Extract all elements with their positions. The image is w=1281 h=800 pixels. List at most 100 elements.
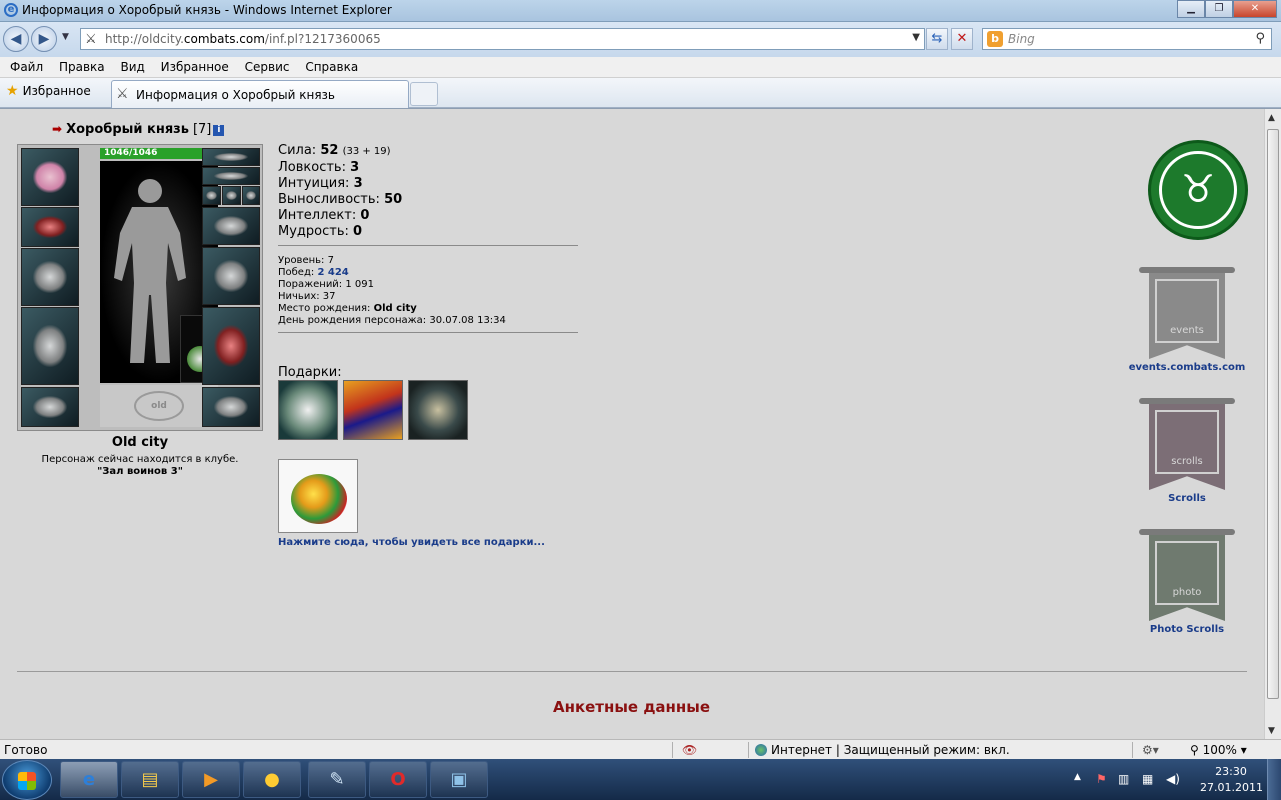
security-zone: Интернет | Защищенный режим: вкл. xyxy=(755,743,1010,757)
star-icon: ★ xyxy=(6,83,19,99)
gift-box-icon[interactable] xyxy=(278,459,358,533)
privacy-eye-icon[interactable]: 👁 xyxy=(682,743,697,757)
browser-tab[interactable]: ⚔ Информация о Хоробрый князь xyxy=(111,80,409,108)
helmet-slot-icon[interactable] xyxy=(21,148,79,206)
tab-title: Информация о Хоробрый князь xyxy=(136,88,335,102)
menu-bar: Файл Правка Вид Избранное Сервис Справка xyxy=(0,57,1281,78)
history-dropdown-icon[interactable]: ▼ xyxy=(62,32,69,42)
action-center-icon[interactable]: ⚑ xyxy=(1096,772,1107,786)
boots-slot-icon[interactable] xyxy=(202,387,260,427)
gift-1-icon[interactable] xyxy=(278,380,338,440)
site-favicon-icon: ⚔ xyxy=(85,32,97,47)
menu-file[interactable]: Файл xyxy=(10,60,43,74)
character-avatar[interactable] xyxy=(100,161,218,383)
ring1-slot-icon[interactable] xyxy=(202,186,221,205)
window-title: Информация о Хоробрый князь - Windows In… xyxy=(22,3,392,17)
maximize-button[interactable]: ❐ xyxy=(1205,0,1233,18)
battle-record: Уровень: 7 Побед: 2 424 Поражений: 1 091… xyxy=(278,255,506,326)
gift-2-icon[interactable] xyxy=(343,380,403,440)
bull-icon: ♉ xyxy=(1180,167,1216,211)
editor-taskbar-icon[interactable]: ✎ xyxy=(308,761,366,798)
club-emblem-icon: old xyxy=(134,391,184,421)
stats-list: Сила: 52 (33 + 19) Ловкость: 3 Интуиция:… xyxy=(278,143,402,240)
events-banner[interactable]: events xyxy=(1137,267,1237,362)
photo-scrolls-banner[interactable]: photo xyxy=(1137,529,1237,624)
close-button[interactable]: ✕ xyxy=(1233,0,1277,18)
vertical-scrollbar[interactable]: ▲ ▼ xyxy=(1264,109,1281,739)
shield-slot-icon[interactable] xyxy=(202,247,260,305)
ie-logo-icon: e xyxy=(4,3,18,17)
ring2-slot-icon[interactable] xyxy=(222,186,241,205)
legs-slot-icon[interactable] xyxy=(202,307,260,385)
gifts-label: Подарки: xyxy=(278,365,342,380)
address-url: http://oldcity.combats.com/inf.pl?121736… xyxy=(105,32,381,46)
address-dropdown-icon[interactable]: ▼ xyxy=(912,32,920,43)
media-player-taskbar-icon[interactable]: ▶ xyxy=(182,761,240,798)
protected-mode-icon[interactable]: ⚙▾ xyxy=(1142,743,1159,757)
fist-icon: events xyxy=(1155,279,1219,343)
gloves-slot-icon[interactable] xyxy=(202,207,260,245)
weapon-slot-icon[interactable] xyxy=(21,248,79,306)
city-name: Old city xyxy=(111,435,169,450)
network-icon[interactable]: ▦ xyxy=(1142,772,1153,786)
address-field[interactable]: ⚔ http://oldcity.combats.com/inf.pl?1217… xyxy=(80,28,925,50)
scroll-down-icon[interactable]: ▼ xyxy=(1268,726,1275,736)
menu-favorites[interactable]: Избранное xyxy=(161,60,229,74)
status-bar: Готово 👁 Интернет | Защищенный режим: вк… xyxy=(0,739,1281,759)
earring-slot-icon[interactable] xyxy=(202,148,260,166)
armor-slot-icon[interactable] xyxy=(21,307,79,385)
menu-view[interactable]: Вид xyxy=(120,60,144,74)
image-viewer-taskbar-icon[interactable]: ▣ xyxy=(430,761,488,798)
opera-mail-taskbar-icon[interactable]: O xyxy=(369,761,427,798)
scroll-up-icon[interactable]: ▲ xyxy=(1268,113,1275,123)
minimize-button[interactable]: ▁ xyxy=(1177,0,1205,18)
window-controls: ▁ ❐ ✕ xyxy=(1177,0,1277,18)
show-desktop-button[interactable] xyxy=(1267,759,1281,800)
scroll-thumb[interactable] xyxy=(1267,129,1279,699)
start-button[interactable] xyxy=(2,760,52,800)
tray-expand-icon[interactable]: ▲ xyxy=(1074,772,1081,782)
clock[interactable]: 23:30 27.01.2011 xyxy=(1200,764,1263,796)
character-silhouette-icon xyxy=(114,179,186,363)
stop-button[interactable]: ✕ xyxy=(951,28,973,50)
menu-edit[interactable]: Правка xyxy=(59,60,105,74)
arrow-right-icon[interactable]: ➡ xyxy=(52,122,62,136)
search-placeholder: Bing xyxy=(1008,32,1035,46)
bracers-slot-icon[interactable] xyxy=(21,207,79,247)
ie-taskbar-icon[interactable]: e xyxy=(60,761,118,798)
menu-tools[interactable]: Сервис xyxy=(245,60,290,74)
device-icon[interactable]: ▥ xyxy=(1118,772,1129,786)
page-viewport: ➡ Хоробрый князь [7] i 1046/1046 old Old ci… xyxy=(0,108,1281,739)
profile-data-heading: Анкетные данные xyxy=(552,698,711,716)
belt-slot-icon[interactable] xyxy=(21,387,79,427)
favorites-button[interactable]: ★ Избранное xyxy=(6,83,91,99)
fist-icon: scrolls xyxy=(1155,410,1219,474)
menu-help[interactable]: Справка xyxy=(305,60,358,74)
clan-emblem[interactable]: ♉ xyxy=(1148,140,1248,240)
events-link[interactable]: events.combats.com xyxy=(1117,362,1257,373)
search-icon[interactable]: ⚲ xyxy=(1255,31,1265,46)
amulet-slot-icon[interactable] xyxy=(202,167,260,185)
refresh-button[interactable]: ⇆ xyxy=(926,28,948,50)
window-titlebar: e Информация о Хоробрый князь - Windows … xyxy=(0,0,1281,22)
volume-icon[interactable]: ◀) xyxy=(1166,772,1180,786)
ring3-slot-icon[interactable] xyxy=(242,186,260,205)
see-all-gifts-link[interactable]: Нажмите сюда, чтобы увидеть все подарки.… xyxy=(278,537,545,548)
explorer-taskbar-icon[interactable]: ▤ xyxy=(121,761,179,798)
back-button[interactable]: ◀ xyxy=(3,26,29,52)
gift-3-icon[interactable] xyxy=(408,380,468,440)
stat-row: Интуиция: 3 xyxy=(278,176,363,191)
new-tab-button[interactable] xyxy=(410,82,438,106)
zoom-control[interactable]: ⚲ 100% ▾ xyxy=(1190,743,1247,757)
forward-button[interactable]: ▶ xyxy=(31,26,57,52)
search-input[interactable]: b Bing ⚲ xyxy=(982,28,1272,50)
scrolls-banner[interactable]: scrolls xyxy=(1137,398,1237,493)
stat-row: Ловкость: 3 xyxy=(278,160,360,175)
app-taskbar-icon[interactable]: ● xyxy=(243,761,301,798)
photo-scrolls-link[interactable]: Photo Scrolls xyxy=(1117,624,1257,635)
stat-row: Мудрость: 0 xyxy=(278,224,363,239)
stat-row: Интеллект: 0 xyxy=(278,208,370,223)
stat-row: Сила: 52 (33 + 19) xyxy=(278,143,391,158)
scrolls-link[interactable]: Scrolls xyxy=(1117,493,1257,504)
info-icon[interactable]: i xyxy=(213,125,225,136)
